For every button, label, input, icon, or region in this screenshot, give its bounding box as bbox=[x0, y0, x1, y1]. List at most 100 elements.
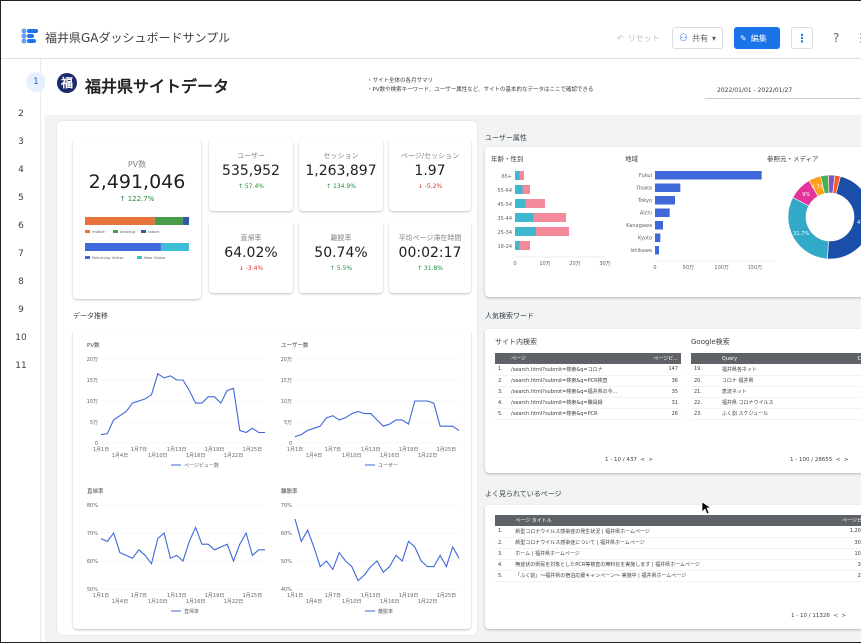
region-tick-label: Tokyo bbox=[637, 198, 652, 204]
kpi-pps-card: ページ/セッション 1.97 ↓ -5.2% bbox=[389, 139, 471, 211]
google-search-pager[interactable]: 1 - 100 / 28655 < > bbox=[790, 457, 849, 463]
page-tab-11[interactable]: 11 bbox=[1, 361, 41, 371]
table-header-cell[interactable]: Clicks bbox=[833, 353, 861, 364]
table-cell: 2. bbox=[495, 375, 509, 387]
age-tick-label: 18-24 bbox=[497, 244, 512, 250]
page-tab-6[interactable]: 6 bbox=[1, 221, 41, 231]
region-x-tick: 0 bbox=[653, 265, 656, 271]
x-tick-label: 1月25日 bbox=[437, 447, 457, 453]
table-header-row: QueryClicks bbox=[691, 353, 861, 364]
kpi-value: 64.02% bbox=[224, 245, 278, 261]
popular-pager[interactable]: 1 - 10 / 11326 < > bbox=[791, 613, 846, 619]
y-tick-label: 10万 bbox=[87, 399, 98, 405]
page-tab-10[interactable]: 10 bbox=[1, 333, 41, 343]
undo-icon: ↶ bbox=[617, 33, 624, 43]
kpi-value: 535,952 bbox=[222, 163, 280, 179]
age-x-tick: 10万 bbox=[539, 261, 550, 267]
x-tick-label: 1月13日 bbox=[361, 447, 381, 453]
trend-charts: PV数05万10万15万20万1月1日1月4日1月7日1月10日1月13日1月1… bbox=[87, 341, 460, 615]
page-tab-3[interactable]: 3 bbox=[1, 137, 41, 147]
region-tick-label: Fukui bbox=[639, 173, 652, 179]
kpi-value: 1.97 bbox=[414, 163, 446, 179]
table-row[interactable]: 2.新型コロナウイルス感染症について | 福井県ホームページ304,40 bbox=[495, 537, 861, 549]
table-row[interactable]: 3./search.html?submit=検索&q=福井県の今... 35 bbox=[495, 386, 681, 398]
search-panel: サイト内検索 ページ ページビ... 1./search.html?submit=検… bbox=[485, 329, 861, 473]
edit-button[interactable]: ✎ 編集 bbox=[734, 27, 780, 49]
table-cell: 147 bbox=[643, 364, 681, 376]
google-search-title: Google検索 bbox=[691, 338, 730, 346]
page-tab-5[interactable]: 5 bbox=[1, 193, 41, 203]
region-x-tick: 100万 bbox=[714, 265, 729, 271]
table-cell: 304,40 bbox=[817, 537, 861, 549]
table-row[interactable]: 22.福井県 コロナウイルス3,0 bbox=[691, 397, 861, 409]
table-row[interactable]: 1.新型コロナウイルス感染症の発生状況 | 福井県ホームページ1,206,93 bbox=[495, 526, 861, 538]
date-range-picker[interactable]: 2022/01/01 - 2022/01/27 bbox=[705, 81, 861, 99]
table-row[interactable]: 5. 「ふく割」〜福井県の宿泊応援キャンペーン〜 実施中 | 福井県ホームページ 2… bbox=[495, 570, 861, 582]
region-bar bbox=[655, 233, 661, 242]
table-cell: 1. bbox=[495, 526, 513, 538]
table-header-cell[interactable]: ページビ... bbox=[643, 353, 681, 364]
legend-label: Returning Visitor bbox=[92, 255, 124, 260]
search-title: 人気検索ワード bbox=[485, 312, 534, 320]
x-tick-label: 1月7日 bbox=[325, 593, 341, 599]
table-cell: 3,1 bbox=[833, 386, 861, 398]
table-header-cell[interactable]: ページ bbox=[508, 353, 644, 364]
table-cell: 恵流ネット bbox=[718, 386, 834, 398]
table-row[interactable]: 20.コロナ 福井県3,4 bbox=[691, 375, 861, 387]
table-cell: 新型コロナウイルス感染症について | 福井県ホームページ bbox=[512, 537, 818, 549]
table-header-cell bbox=[691, 353, 719, 364]
top-bar: 福井県GAダッシュボードサンプル ↶リセット ⚇共有▾ ✎編集 ⋮ ? ⋮⋮ bbox=[1, 15, 861, 59]
table-cell: 2. bbox=[495, 537, 513, 549]
add-person-icon: ⚇ bbox=[679, 32, 688, 44]
google-search-table: QueryClicks19.福井県各ネット3,420.コロナ 福井県3,421.… bbox=[691, 353, 861, 420]
table-header-cell[interactable]: ページ タイトル bbox=[512, 515, 818, 526]
page-tab-2[interactable]: 2 bbox=[1, 109, 41, 119]
table-cell: 24,16 bbox=[817, 570, 861, 582]
x-tick-label: 1月19日 bbox=[399, 447, 419, 453]
device-segment bbox=[182, 217, 189, 225]
table-row[interactable]: 23.ふく割 スケジュール2,9 bbox=[691, 408, 861, 420]
table-row[interactable]: 4./search.html?submit=検索&q=職員録 31 bbox=[495, 397, 681, 409]
table-cell: 100,16 bbox=[817, 548, 861, 560]
reset-button[interactable]: ↶ リセット bbox=[611, 27, 666, 49]
table-row[interactable]: 4. 無症状の県民を対象としたPCR等検査の無料化を実施します | 福井県ホームペ… bbox=[495, 559, 861, 571]
legend-label: mobile bbox=[92, 229, 106, 234]
table-cell: 3,4 bbox=[833, 364, 861, 376]
page-tab-9[interactable]: 9 bbox=[1, 305, 41, 315]
table-header-cell[interactable]: Query bbox=[718, 353, 834, 364]
table-row[interactable]: 2./search.html?submit=検索&q=PCR検査 36 bbox=[495, 375, 681, 387]
help-icon[interactable]: ? bbox=[827, 27, 845, 49]
visitor-segment bbox=[85, 243, 161, 251]
table-row[interactable]: 3.ホーム | 福井県ホームページ100,16 bbox=[495, 548, 861, 560]
table-header-row: ページ ページビ... bbox=[495, 353, 681, 364]
table-header-cell[interactable]: ページビュー bbox=[817, 515, 861, 526]
y-tick-label: 20万 bbox=[281, 357, 292, 363]
page-tab-1[interactable]: 1 bbox=[26, 72, 46, 92]
site-search-pager[interactable]: 1 - 10 / 437 < > bbox=[605, 457, 653, 463]
donut-label: 47% bbox=[857, 220, 861, 226]
table-row[interactable]: 1./search.html?submit=検索&q=コロナ 147 bbox=[495, 364, 681, 376]
x-tick-label: 1月4日 bbox=[306, 599, 322, 605]
table-row[interactable]: 21.恵流ネット3,1 bbox=[691, 386, 861, 398]
table-header-cell bbox=[495, 353, 509, 364]
more-options-button[interactable]: ⋮ bbox=[791, 27, 813, 49]
page-tab-7[interactable]: 7 bbox=[1, 249, 41, 259]
trend-line bbox=[294, 400, 460, 438]
apps-grid-icon[interactable]: ⋮⋮ bbox=[849, 27, 861, 49]
page-tab-4[interactable]: 4 bbox=[1, 165, 41, 175]
table-row[interactable]: 19.福井県各ネット3,4 bbox=[691, 364, 861, 376]
page-tab-8[interactable]: 8 bbox=[1, 277, 41, 287]
age-female-bar bbox=[519, 241, 530, 250]
table-row[interactable]: 5./search.html?submit=検索&q=PCR 26 bbox=[495, 408, 681, 420]
visitor-segment bbox=[160, 243, 189, 251]
share-button[interactable]: ⚇ 共有 ▾ bbox=[672, 27, 723, 49]
trend-line bbox=[294, 518, 460, 582]
kpi-delta: ↓ -5.2% bbox=[417, 183, 443, 190]
report-name[interactable]: 福井県GAダッシュボードサンプル bbox=[45, 29, 230, 46]
data-studio-logo-icon bbox=[21, 28, 38, 44]
y-tick-label: 60% bbox=[281, 531, 292, 537]
popular-table: ページ タイトルページビュー1.新型コロナウイルス感染症の発生状況 | 福井県ホ… bbox=[495, 515, 861, 582]
donut-slice bbox=[787, 197, 829, 260]
attr-title: ユーザー属性 bbox=[485, 134, 527, 142]
legend-swatch bbox=[137, 256, 142, 259]
